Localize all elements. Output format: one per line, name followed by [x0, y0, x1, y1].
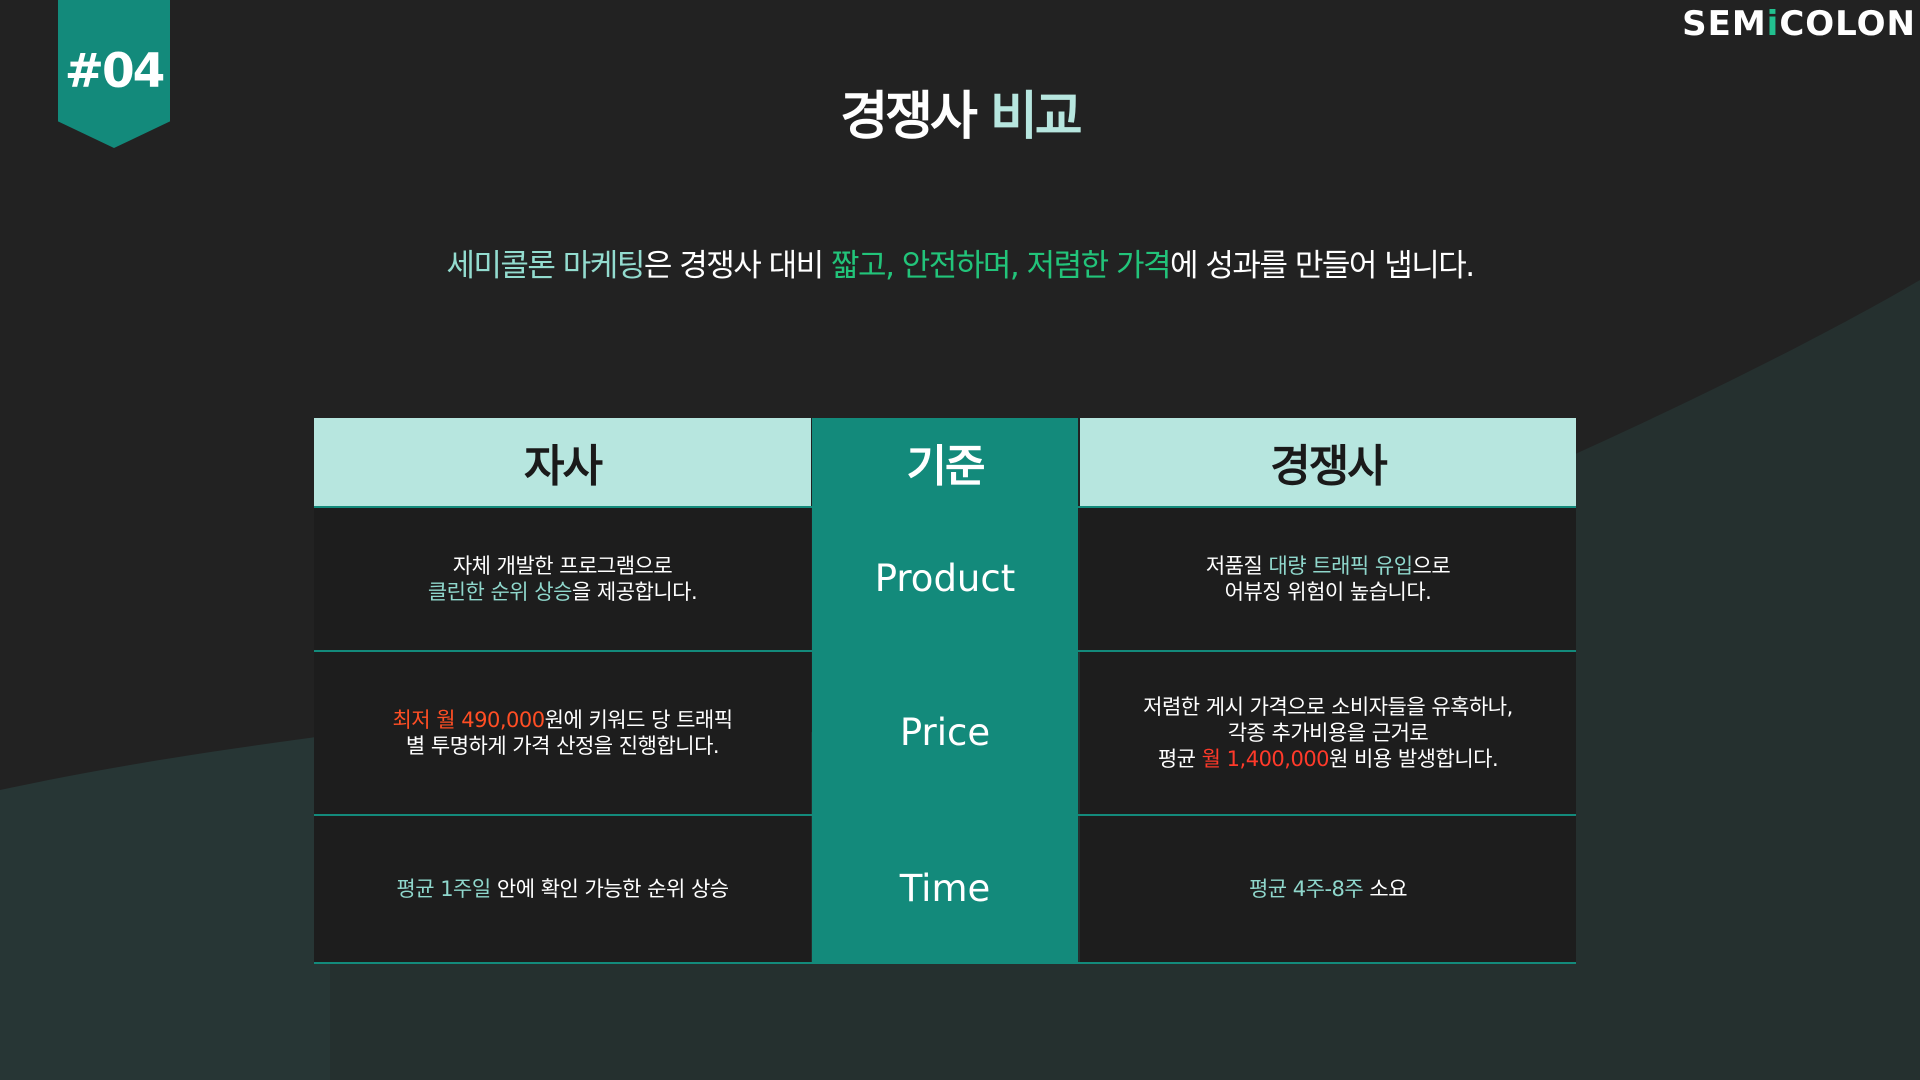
- table-bottom-border: [314, 962, 1576, 964]
- competitor-price-text1: 평균: [1157, 747, 1202, 771]
- competitor-product-text2: 으로: [1412, 554, 1451, 578]
- competitor-product-cell: 저품질 대량 트래픽 유입으로 어뷰징 위험이 높습니다.: [1080, 508, 1576, 650]
- competitor-product-line2: 어뷰징 위험이 높습니다.: [1224, 580, 1432, 604]
- competitor-price-line2: 각종 추가비용을 근거로: [1227, 721, 1429, 745]
- our-product-line2: 을 제공합니다.: [571, 580, 698, 604]
- our-price-cell: 최저 월 490,000원에 키워드 당 트래픽 별 투명하게 가격 산정을 진…: [314, 652, 811, 814]
- brand-logo-part2: COLON: [1779, 4, 1916, 44]
- brand-logo-part1: SEM: [1682, 4, 1767, 44]
- competitor-time-highlight: 평균 4주-8주: [1248, 877, 1364, 901]
- competitor-product-highlight: 대량 트래픽 유입: [1268, 554, 1413, 578]
- our-product-line1: 자체 개발한 프로그램으로: [452, 554, 673, 578]
- brand-logo-semicolon: i: [1766, 4, 1780, 44]
- header-criterion: 기준: [812, 418, 1078, 506]
- subtitle-text1: 은 경쟁사 대비: [643, 248, 832, 284]
- table-header-row: 자사 기준 경쟁사: [314, 418, 1576, 506]
- our-time-cell: 평균 1주일 안에 확인 가능한 순위 상승: [314, 816, 811, 962]
- page-title-part1: 경쟁사: [840, 87, 978, 147]
- brand-logo: SEMiCOLON: [1682, 4, 1916, 44]
- competitor-product-text1: 저품질: [1205, 554, 1269, 578]
- table-row: 평균 1주일 안에 확인 가능한 순위 상승 Time 평균 4주-8주 소요: [314, 816, 1576, 962]
- page-title: 경쟁사 비교: [0, 74, 1920, 149]
- table-row: 최저 월 490,000원에 키워드 당 트래픽 별 투명하게 가격 산정을 진…: [314, 652, 1576, 814]
- our-price-line2: 별 투명하게 가격 산정을 진행합니다.: [405, 734, 720, 758]
- page-subtitle: 세미콜론 마케팅은 경쟁사 대비 짧고, 안전하며, 저렴한 가격에 성과를 만…: [0, 240, 1920, 285]
- criterion-time: Time: [812, 816, 1078, 962]
- page-title-highlight: 비교: [989, 87, 1083, 147]
- subtitle-text2: 에 성과를 만들어 냅니다.: [1170, 248, 1475, 284]
- subtitle-brand: 세미콜론 마케팅: [446, 248, 645, 284]
- competitor-price-cell: 저렴한 게시 가격으로 소비자들을 유혹하나, 각종 추가비용을 근거로 평균 …: [1080, 652, 1576, 814]
- header-competitor: 경쟁사: [1080, 418, 1576, 506]
- criterion-product: Product: [812, 508, 1078, 650]
- our-product-cell: 자체 개발한 프로그램으로 클린한 순위 상승을 제공합니다.: [314, 508, 811, 650]
- header-our-company: 자사: [314, 418, 811, 506]
- competitor-price-line1: 저렴한 게시 가격으로 소비자들을 유혹하나,: [1143, 695, 1513, 719]
- our-price-text1: 원에 키워드 당 트래픽: [544, 708, 733, 732]
- comparison-table: 자사 기준 경쟁사 자체 개발한 프로그램으로 클린한 순위 상승을 제공합니다…: [314, 418, 1576, 966]
- competitor-time-text: 소요: [1363, 877, 1408, 901]
- competitor-price-text2: 원 비용 발생합니다.: [1329, 747, 1499, 771]
- competitor-price-highlight: 월 1,400,000: [1201, 747, 1330, 771]
- table-row: 자체 개발한 프로그램으로 클린한 순위 상승을 제공합니다. Product …: [314, 508, 1576, 650]
- our-time-highlight: 평균 1주일: [396, 877, 491, 901]
- our-time-text: 안에 확인 가능한 순위 상승: [490, 877, 729, 901]
- criterion-price: Price: [812, 652, 1078, 814]
- our-price-highlight: 최저 월 490,000: [392, 708, 545, 732]
- subtitle-highlight: 짧고, 안전하며, 저렴한 가격: [831, 248, 1172, 284]
- our-product-highlight: 클린한 순위 상승: [427, 580, 573, 604]
- competitor-time-cell: 평균 4주-8주 소요: [1080, 816, 1576, 962]
